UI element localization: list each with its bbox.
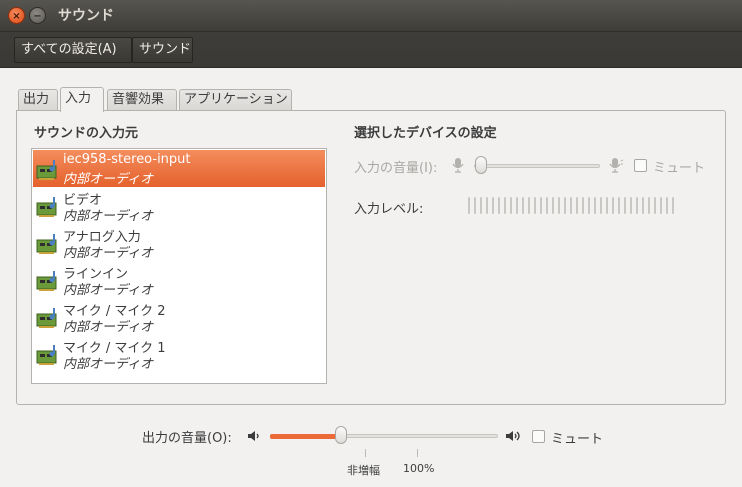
close-icon[interactable]: ×: [8, 7, 25, 24]
level-bar: [648, 197, 650, 214]
level-bar: [528, 197, 530, 214]
list-item[interactable]: ラインイン 内部オーディオ: [33, 261, 325, 298]
device-name: iec958-stereo-input: [63, 152, 191, 167]
input-volume-label: 入力の音量(I):: [354, 161, 438, 176]
level-bar: [534, 197, 536, 214]
device-subtitle: 内部オーディオ: [63, 320, 154, 335]
level-bar: [552, 197, 554, 214]
device-subtitle: 内部オーディオ: [63, 283, 154, 298]
tab-applications[interactable]: アプリケーション: [179, 89, 292, 110]
device-subtitle: 内部オーディオ: [63, 209, 154, 224]
level-bar: [636, 197, 638, 214]
list-item[interactable]: ビデオ 内部オーディオ: [33, 187, 325, 224]
input-mute-checkbox[interactable]: [634, 159, 647, 172]
list-item[interactable]: マイク / マイク 2 内部オーディオ: [33, 298, 325, 335]
mic-low-icon: [452, 158, 464, 173]
mic-high-icon: [609, 158, 623, 173]
unamplified-mark: 非増幅: [347, 464, 380, 477]
hundred-percent-mark: 100%: [403, 462, 435, 475]
all-settings-button[interactable]: すべての設定(A): [14, 37, 132, 63]
level-bar: [654, 197, 656, 214]
output-volume-knob[interactable]: [335, 426, 347, 444]
level-bar: [546, 197, 548, 214]
level-bar: [630, 197, 632, 214]
unamplified-tick: [365, 449, 366, 457]
level-bar: [510, 197, 512, 214]
input-device-list[interactable]: iec958-stereo-input 内部オーディオ ビデオ 内部オーディオ …: [31, 148, 327, 384]
speaker-low-icon: [248, 431, 259, 441]
level-bar: [564, 197, 566, 214]
list-item[interactable]: iec958-stereo-input 内部オーディオ: [33, 150, 325, 187]
level-bar: [504, 197, 506, 214]
tab-output[interactable]: 出力: [18, 89, 58, 110]
device-subtitle: 内部オーディオ: [63, 172, 154, 187]
sound-card-icon: [36, 308, 57, 328]
sound-card-icon: [36, 271, 57, 291]
level-bar: [594, 197, 596, 214]
level-bar: [492, 197, 494, 214]
output-volume-fill: [270, 434, 341, 439]
sound-card-icon: [36, 234, 57, 254]
level-bar: [570, 197, 572, 214]
sound-card-icon: [36, 160, 57, 180]
input-mute-label: ミュート: [653, 161, 706, 176]
level-bar: [612, 197, 614, 214]
level-bar: [480, 197, 482, 214]
level-bar: [576, 197, 578, 214]
level-bar: [618, 197, 620, 214]
device-settings-heading: 選択したデバイスの設定: [354, 126, 497, 141]
list-item[interactable]: マイク / マイク 1 内部オーディオ: [33, 335, 325, 372]
tab-sound-effects[interactable]: 音響効果: [107, 89, 177, 110]
level-bar: [498, 197, 500, 214]
title-bar: × − サウンド: [0, 0, 742, 32]
device-subtitle: 内部オーディオ: [63, 246, 154, 261]
input-level-meter: [468, 197, 678, 214]
level-bar: [660, 197, 662, 214]
tab-input[interactable]: 入力: [60, 87, 104, 112]
hundred-percent-tick: [417, 449, 418, 457]
output-mute-label: ミュート: [551, 432, 604, 447]
sound-breadcrumb-button[interactable]: サウンド: [132, 37, 193, 63]
level-bar: [666, 197, 668, 214]
input-volume-slider[interactable]: [474, 164, 600, 168]
level-bar: [606, 197, 608, 214]
speaker-high-icon: [506, 431, 520, 441]
sound-card-icon: [36, 345, 57, 365]
level-bar: [522, 197, 524, 214]
level-bar: [468, 197, 470, 214]
level-bar: [642, 197, 644, 214]
output-volume-label: 出力の音量(O):: [142, 431, 232, 446]
input-level-label: 入力レベル:: [354, 202, 424, 217]
level-bar: [474, 197, 476, 214]
device-subtitle: 内部オーディオ: [63, 357, 154, 372]
level-bar: [486, 197, 488, 214]
level-bar: [672, 197, 674, 214]
level-bar: [516, 197, 518, 214]
level-bar: [582, 197, 584, 214]
level-bar: [588, 197, 590, 214]
input-sources-heading: サウンドの入力元: [34, 126, 139, 141]
minimize-icon[interactable]: −: [29, 7, 46, 24]
level-bar: [540, 197, 542, 214]
output-mute-checkbox[interactable]: [532, 430, 545, 443]
level-bar: [600, 197, 602, 214]
list-item[interactable]: アナログ入力 内部オーディオ: [33, 224, 325, 261]
window-title: サウンド: [58, 8, 114, 24]
toolbar: すべての設定(A) サウンド: [0, 32, 742, 68]
level-bar: [624, 197, 626, 214]
sound-card-icon: [36, 197, 57, 217]
input-volume-knob[interactable]: [475, 156, 487, 174]
level-bar: [558, 197, 560, 214]
